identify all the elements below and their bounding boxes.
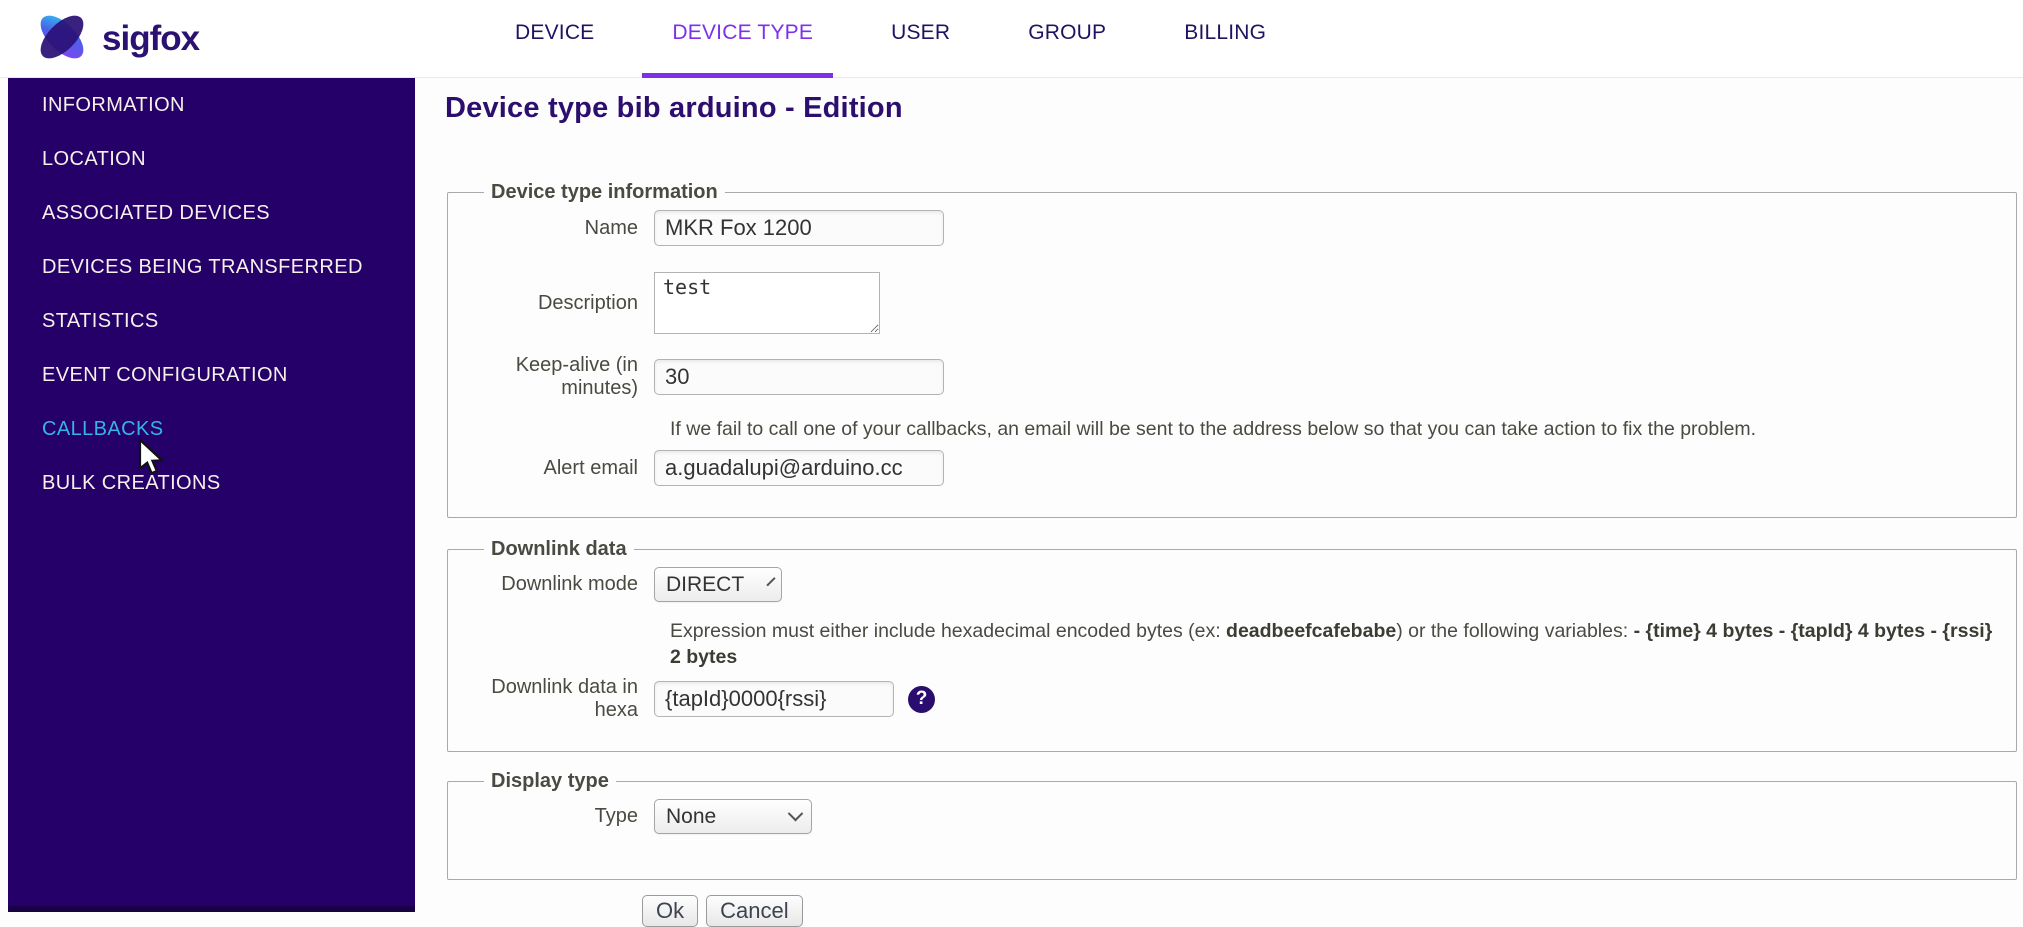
downlink-mode-select[interactable]: DIRECT <box>654 567 782 602</box>
downlink-hexa-row: Downlink data in hexa ? <box>456 676 2006 722</box>
display-type-value: None <box>666 804 717 828</box>
keepalive-label: Keep-alive (in minutes) <box>515 354 638 399</box>
display-type-section: Display type Type None <box>447 770 2017 880</box>
nav-device-type[interactable]: DEVICE TYPE <box>642 0 833 78</box>
sidebar-item-location[interactable]: LOCATION <box>8 132 415 186</box>
name-row: Name <box>456 210 2006 246</box>
device-type-information-section: Device type information Name Description… <box>447 181 2017 518</box>
device-type-information-legend: Device type information <box>491 181 718 203</box>
chevron-down-icon <box>787 805 804 822</box>
keepalive-row: Keep-alive (in minutes) <box>456 354 2006 400</box>
top-header: sigfox DEVICE DEVICE TYPE USER GROUP BIL… <box>0 0 2023 78</box>
top-navigation: DEVICE DEVICE TYPE USER GROUP BILLING <box>501 0 1330 78</box>
alert-email-help-text: If we fail to call one of your callbacks… <box>670 418 1757 440</box>
brand-name: sigfox <box>102 18 200 58</box>
alert-email-label: Alert email <box>543 456 638 479</box>
sidebar: INFORMATION LOCATION ASSOCIATED DEVICES … <box>8 78 415 912</box>
alert-email-row: Alert email <box>456 450 2006 486</box>
nav-billing[interactable]: BILLING <box>1170 0 1280 78</box>
downlink-data-section: Downlink data Downlink mode DIRECT Expre… <box>447 538 2017 752</box>
chevron-down-icon <box>766 577 776 587</box>
cancel-button[interactable]: Cancel <box>706 895 803 927</box>
help-question-icon[interactable]: ? <box>908 685 935 713</box>
downlink-mode-label: Downlink mode <box>501 573 638 595</box>
description-label: Description <box>537 291 638 314</box>
keepalive-input[interactable] <box>654 359 944 395</box>
form-actions: Ok Cancel <box>642 895 2023 927</box>
main-content: Device type bib arduino - Edition Device… <box>415 78 2023 927</box>
display-type-label: Type <box>594 805 638 827</box>
page-title: Device type bib arduino - Edition <box>445 92 903 124</box>
downlink-expression-help-text: Expression must either include hexadecim… <box>670 620 1993 668</box>
name-label: Name <box>584 216 638 239</box>
sigfox-butterfly-icon <box>30 6 94 71</box>
sidebar-item-information[interactable]: INFORMATION <box>8 78 415 132</box>
description-row: Description test <box>456 272 2006 334</box>
downlink-data-legend: Downlink data <box>491 538 627 560</box>
display-type-row: Type None <box>456 799 2006 834</box>
name-input[interactable] <box>654 210 944 246</box>
sidebar-item-statistics[interactable]: STATISTICS <box>8 294 415 348</box>
downlink-hexa-label: Downlink data in hexa <box>491 676 638 721</box>
downlink-mode-value: DIRECT <box>666 572 745 596</box>
downlink-mode-row: Downlink mode DIRECT <box>456 567 2006 602</box>
sidebar-item-callbacks[interactable]: CALLBACKS <box>8 402 415 456</box>
sidebar-item-associated-devices[interactable]: ASSOCIATED DEVICES <box>8 186 415 240</box>
sidebar-item-devices-being-transferred[interactable]: DEVICES BEING TRANSFERRED <box>8 240 415 294</box>
nav-user[interactable]: USER <box>877 0 964 78</box>
sigfox-logo[interactable]: sigfox <box>30 6 200 71</box>
downlink-hexa-input[interactable] <box>654 681 894 717</box>
nav-group[interactable]: GROUP <box>1014 0 1120 78</box>
description-textarea[interactable]: test <box>654 272 880 334</box>
nav-device[interactable]: DEVICE <box>501 0 608 78</box>
display-type-select[interactable]: None <box>654 799 812 834</box>
ok-button[interactable]: Ok <box>642 895 699 927</box>
alert-email-input[interactable] <box>654 450 944 486</box>
display-type-legend: Display type <box>491 770 609 792</box>
sidebar-item-bulk-creations[interactable]: BULK CREATIONS <box>8 456 415 510</box>
sidebar-item-event-configuration[interactable]: EVENT CONFIGURATION <box>8 348 415 402</box>
